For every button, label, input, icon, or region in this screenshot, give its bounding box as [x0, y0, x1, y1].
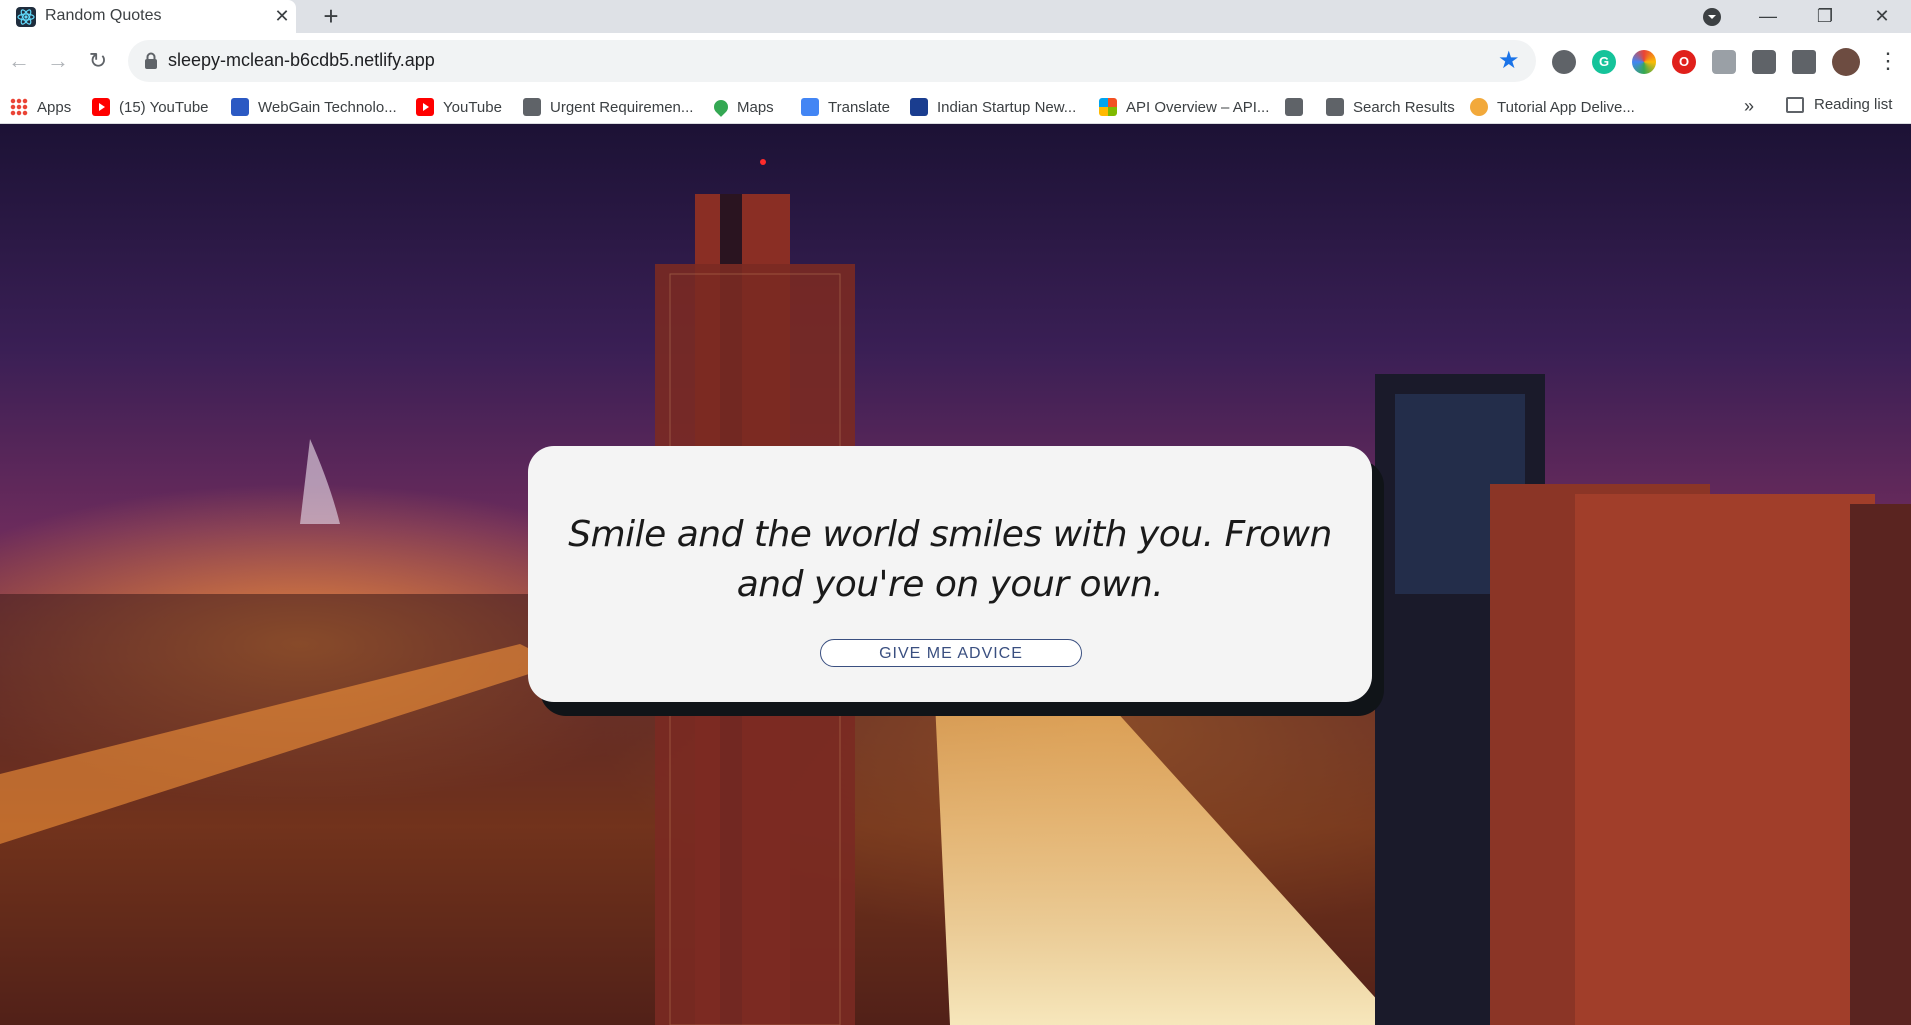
new-tab-button[interactable]: + [318, 3, 344, 30]
browser-toolbar: ← → ↻ sleepy-mclean-b6cdb5.netlify.app ★… [0, 33, 1911, 90]
bookmark-label: API Overview – API... [1126, 98, 1270, 116]
bookmark-search-results[interactable]: Search Results [1326, 96, 1455, 118]
bookmark-globe[interactable] [1285, 96, 1312, 118]
bookmark-label: Indian Startup New... [937, 98, 1077, 116]
apps-grid-icon [10, 98, 28, 116]
quote-card: Smile and the world smiles with you. Fro… [528, 446, 1372, 702]
give-me-advice-button[interactable]: GIVE ME ADVICE [820, 639, 1082, 667]
reload-button[interactable]: ↻ [83, 46, 113, 76]
bookmark-label: Maps [737, 98, 774, 116]
restore-button[interactable]: ❐ [1812, 3, 1838, 29]
react-favicon-icon [16, 7, 36, 27]
bookmarks-bar: Apps (15) YouTube WebGain Technolo... Yo… [0, 90, 1911, 124]
bookmark-apps[interactable]: Apps [10, 96, 71, 118]
bookmark-translate[interactable]: Translate [801, 96, 890, 118]
bookmark-youtube-15[interactable]: (15) YouTube [92, 96, 209, 118]
bookmark-label: Search Results [1353, 98, 1455, 116]
bookmark-tutorial[interactable]: Tutorial App Delive... [1470, 96, 1635, 118]
reading-list-icon [1786, 96, 1804, 113]
extensions-puzzle-icon[interactable] [1752, 50, 1776, 74]
grammarly-extension-icon[interactable]: G [1592, 50, 1616, 74]
opera-extension-icon[interactable]: O [1672, 50, 1696, 74]
screenshot-extension-icon[interactable] [1712, 50, 1736, 74]
minimize-button[interactable]: — [1755, 3, 1781, 29]
tab-title: Random Quotes [45, 7, 162, 24]
bookmark-label: Apps [37, 98, 72, 116]
bookmark-label: YouTube [443, 98, 502, 116]
quote-text: Smile and the world smiles with you. Fro… [568, 514, 1332, 605]
microsoft-icon [1099, 98, 1117, 116]
chrome-menu-icon[interactable]: ⋮ [1873, 46, 1903, 76]
profile-avatar[interactable] [1832, 48, 1860, 76]
bookmark-api-overview[interactable]: API Overview – API... [1099, 96, 1269, 118]
more-bookmarks-button[interactable]: » [1744, 96, 1754, 117]
tab-close-icon[interactable]: ✕ [271, 5, 293, 27]
bookmark-star-icon[interactable]: ★ [1498, 47, 1520, 75]
lock-icon[interactable] [144, 52, 160, 70]
close-window-button[interactable]: ✕ [1869, 3, 1895, 29]
bookmark-youtube[interactable]: YouTube [416, 96, 502, 118]
globe-icon [1326, 98, 1344, 116]
bookmark-urgent[interactable]: Urgent Requiremen... [523, 96, 693, 118]
globe-icon [523, 98, 541, 116]
globe-icon [1285, 98, 1303, 116]
bookmark-maps[interactable]: Maps [711, 96, 774, 118]
reading-list-label: Reading list [1814, 96, 1893, 113]
bookmark-label: Urgent Requiremen... [550, 98, 694, 116]
performance-extension-icon[interactable] [1552, 50, 1576, 74]
maps-pin-icon [711, 97, 731, 117]
bookmark-label: Tutorial App Delive... [1497, 98, 1635, 116]
bookmark-label: (15) YouTube [119, 98, 209, 116]
youtube-icon [92, 98, 110, 116]
isn-icon [910, 98, 928, 116]
bookmark-label: WebGain Technolo... [258, 98, 397, 116]
media-control-icon[interactable] [1792, 50, 1816, 74]
url-text[interactable]: sleepy-mclean-b6cdb5.netlify.app [168, 50, 435, 71]
browser-tab[interactable]: Random Quotes ✕ [0, 0, 296, 33]
webgain-icon [231, 98, 249, 116]
page-viewport: Smile and the world smiles with you. Fro… [0, 124, 1911, 1025]
tutorial-icon [1470, 98, 1488, 116]
translate-icon [801, 98, 819, 116]
tab-strip: Random Quotes ✕ + — ❐ ✕ [0, 0, 1911, 33]
back-button[interactable]: ← [4, 46, 34, 76]
bookmark-isn[interactable]: Indian Startup New... [910, 96, 1076, 118]
color-picker-extension-icon[interactable] [1632, 50, 1656, 74]
reading-list-button[interactable]: Reading list [1786, 96, 1892, 113]
youtube-icon [416, 98, 434, 116]
bookmark-webgain[interactable]: WebGain Technolo... [231, 96, 397, 118]
address-bar[interactable]: sleepy-mclean-b6cdb5.netlify.app ★ [128, 40, 1536, 82]
tab-search-icon[interactable] [1701, 6, 1723, 28]
forward-button[interactable]: → [43, 46, 73, 76]
bookmark-label: Translate [828, 98, 890, 116]
